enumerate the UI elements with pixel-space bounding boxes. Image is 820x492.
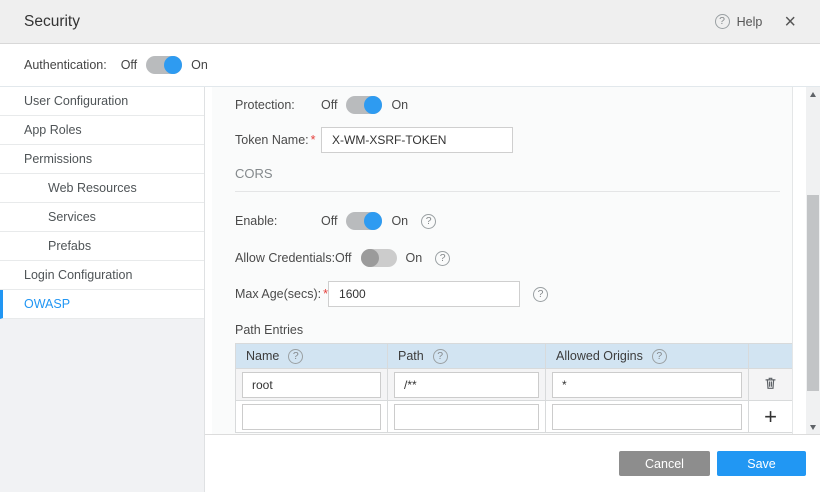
sidebar-item-prefabs[interactable]: Prefabs — [0, 232, 204, 261]
path-entries-table: Name? Path? Allowed Origins? — [235, 343, 793, 433]
row-name-input[interactable] — [242, 372, 381, 398]
column-header-allowed-origins-text: Allowed Origins — [556, 349, 643, 363]
allow-credentials-on-label: On — [406, 251, 423, 265]
authentication-toggle[interactable] — [146, 56, 182, 74]
allow-credentials-toggle[interactable] — [361, 249, 397, 267]
close-icon[interactable]: × — [784, 12, 796, 32]
sidebar: User Configuration App Roles Permissions… — [0, 87, 205, 492]
max-age-input[interactable] — [328, 281, 520, 307]
cors-enable-toggle[interactable] — [346, 212, 382, 230]
scrollbar-gutter — [793, 87, 806, 434]
name-help-icon[interactable]: ? — [288, 349, 303, 364]
save-button[interactable]: Save — [717, 451, 806, 476]
column-header-actions — [749, 344, 793, 369]
cors-section-title: CORS — [235, 166, 792, 181]
column-header-path-text: Path — [398, 349, 424, 363]
add-row-button[interactable]: + — [764, 406, 777, 428]
cors-enable-label: Enable: — [235, 214, 321, 228]
authentication-on-label: On — [191, 58, 208, 72]
authentication-bar: Authentication: Off On — [0, 44, 820, 87]
security-dialog: Security ? Help × Authentication: Off On… — [0, 0, 820, 492]
table-row — [236, 369, 793, 401]
dialog-title: Security — [24, 13, 80, 31]
sidebar-item-user-configuration[interactable]: User Configuration — [0, 87, 204, 116]
titlebar: Security ? Help × — [0, 0, 820, 44]
allow-credentials-label: Allow Credentials: — [235, 251, 335, 265]
help-link[interactable]: Help — [737, 15, 763, 29]
sidebar-item-permissions[interactable]: Permissions — [0, 145, 204, 174]
scroll-region: Protection: Off On Token Name:* CORS — [205, 87, 820, 434]
token-name-input[interactable] — [321, 127, 513, 153]
column-header-name-text: Name — [246, 349, 279, 363]
token-name-label: Token Name:* — [235, 133, 321, 147]
column-header-allowed-origins: Allowed Origins? — [546, 344, 749, 369]
sidebar-item-login-configuration[interactable]: Login Configuration — [0, 261, 204, 290]
allowed-origins-help-icon[interactable]: ? — [652, 349, 667, 364]
main-panel: Protection: Off On Token Name:* CORS — [205, 87, 820, 492]
cancel-button[interactable]: Cancel — [619, 451, 710, 476]
path-entries-label: Path Entries — [235, 323, 792, 337]
token-name-row: Token Name:* — [235, 127, 792, 153]
cors-enable-off-label: Off — [321, 214, 337, 228]
protection-on-label: On — [391, 98, 408, 112]
toggle-knob — [364, 212, 382, 230]
max-age-row: Max Age(secs):* ? — [235, 281, 792, 307]
trash-icon — [763, 375, 778, 391]
toggle-knob — [361, 249, 379, 267]
new-allowed-origins-input[interactable] — [552, 404, 742, 430]
vertical-scrollbar[interactable] — [806, 87, 820, 434]
sidebar-item-services[interactable]: Services — [0, 203, 204, 232]
allow-credentials-help-icon[interactable]: ? — [435, 251, 450, 266]
column-header-name: Name? — [236, 344, 388, 369]
cors-enable-on-label: On — [391, 214, 408, 228]
allow-credentials-row: Allow Credentials: Off On ? — [235, 249, 792, 267]
dialog-body: User Configuration App Roles Permissions… — [0, 87, 820, 492]
table-header-row: Name? Path? Allowed Origins? — [236, 344, 793, 369]
cors-enable-help-icon[interactable]: ? — [421, 214, 436, 229]
max-age-label: Max Age(secs):* — [235, 287, 328, 301]
row-path-input[interactable] — [394, 372, 539, 398]
column-header-path: Path? — [388, 344, 546, 369]
protection-toggle[interactable] — [346, 96, 382, 114]
max-age-label-text: Max Age(secs): — [235, 287, 321, 301]
protection-row: Protection: Off On — [235, 96, 792, 114]
allow-credentials-off-label: Off — [335, 251, 351, 265]
cors-divider — [235, 191, 780, 192]
new-path-input[interactable] — [394, 404, 539, 430]
max-age-help-icon[interactable]: ? — [533, 287, 548, 302]
scroll-down-arrow-icon[interactable] — [806, 420, 820, 434]
toggle-knob — [364, 96, 382, 114]
cors-enable-row: Enable: Off On ? — [235, 212, 792, 230]
row-allowed-origins-input[interactable] — [552, 372, 742, 398]
scrollbar-thumb[interactable] — [807, 195, 819, 391]
help-icon[interactable]: ? — [715, 14, 730, 29]
required-mark: * — [311, 133, 316, 147]
token-name-label-text: Token Name: — [235, 133, 309, 147]
scroll-up-arrow-icon[interactable] — [806, 87, 820, 101]
table-new-row: + — [236, 401, 793, 433]
delete-row-button[interactable] — [763, 375, 778, 391]
new-name-input[interactable] — [242, 404, 381, 430]
sidebar-item-owasp[interactable]: OWASP — [0, 290, 204, 319]
sidebar-item-web-resources[interactable]: Web Resources — [0, 174, 204, 203]
protection-off-label: Off — [321, 98, 337, 112]
owasp-form: Protection: Off On Token Name:* CORS — [212, 87, 793, 434]
authentication-label: Authentication: — [24, 58, 107, 72]
titlebar-actions: ? Help × — [715, 12, 796, 32]
authentication-off-label: Off — [121, 58, 137, 72]
sidebar-item-app-roles[interactable]: App Roles — [0, 116, 204, 145]
protection-label: Protection: — [235, 98, 321, 112]
footer: Cancel Save — [205, 434, 820, 492]
toggle-knob — [164, 56, 182, 74]
path-help-icon[interactable]: ? — [433, 349, 448, 364]
